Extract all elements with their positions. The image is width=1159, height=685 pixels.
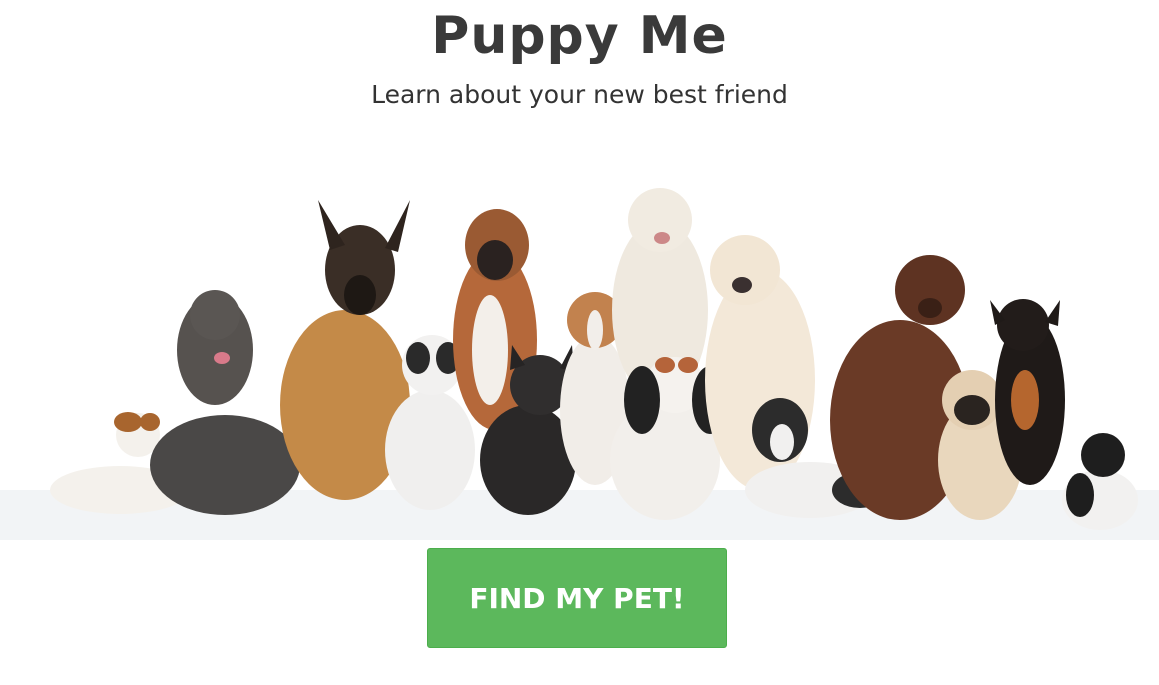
find-my-pet-button[interactable]: FIND MY PET! — [427, 548, 727, 648]
poodle — [150, 290, 300, 515]
toy-poodle — [1062, 433, 1138, 530]
dogs-hero-image — [0, 160, 1159, 540]
page-subtitle: Learn about your new best friend — [371, 80, 788, 109]
page-title: Puppy Me — [431, 6, 728, 66]
